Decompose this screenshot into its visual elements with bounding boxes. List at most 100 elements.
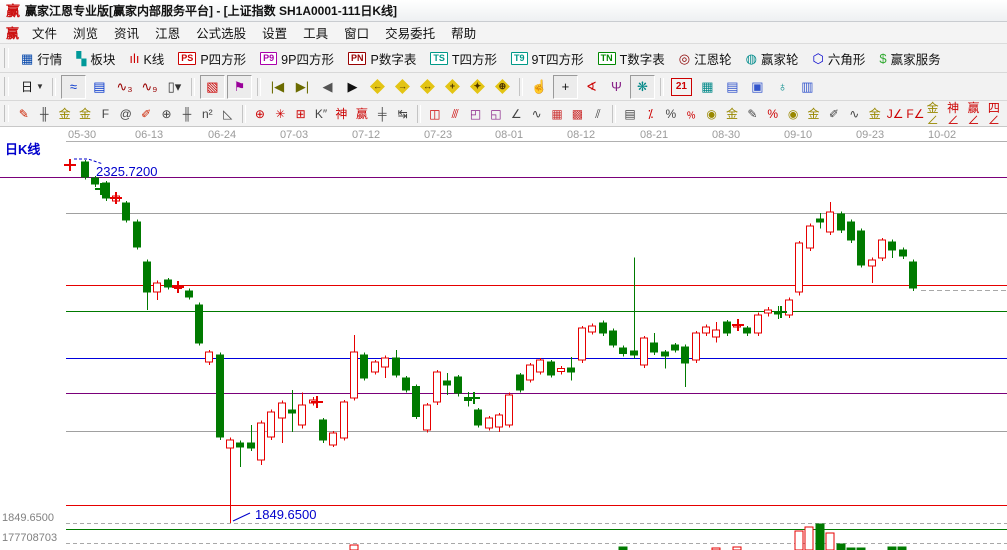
- wave-a-button[interactable]: ∿: [845, 104, 863, 124]
- red-grid-2-button[interactable]: ▩: [568, 104, 586, 124]
- fan-rays-button[interactable]: ⫻: [446, 104, 464, 124]
- ruler-grid-2-button[interactable]: ╫: [178, 104, 196, 124]
- wave-3-button[interactable]: ∿₃: [113, 76, 136, 98]
- matrix-calc-button[interactable]: ▦: [696, 76, 719, 98]
- gold-circle-button[interactable]: ◉: [702, 104, 720, 124]
- width-arrows-button[interactable]: ↹: [393, 104, 411, 124]
- pattern-brain-button[interactable]: ❋: [630, 75, 655, 99]
- diamond-target-icon[interactable]: ⊕: [491, 76, 514, 98]
- candle-style-button[interactable]: ▯▾: [163, 76, 186, 98]
- pen-tool-button[interactable]: ✎: [15, 104, 33, 124]
- prev-bar-button[interactable]: ◀: [316, 76, 339, 98]
- fan-box-button[interactable]: ◰: [466, 104, 484, 124]
- gold-angle-button[interactable]: 金∠: [927, 104, 945, 124]
- ying-angle-button[interactable]: 赢∠: [967, 104, 985, 124]
- web-grid-button[interactable]: ⊞: [291, 104, 309, 124]
- angle-ruler-button[interactable]: ◺: [219, 104, 237, 124]
- tool-9p-square[interactable]: P99P四方形: [253, 49, 341, 68]
- si-angle-button[interactable]: 四∠: [988, 104, 1006, 124]
- gold-line-button[interactable]: 金: [866, 104, 884, 124]
- ying-tool-button[interactable]: 赢: [353, 104, 371, 124]
- menu-item-window[interactable]: 窗口: [336, 21, 377, 44]
- last-bar-button[interactable]: ▶|: [291, 76, 314, 98]
- menu-item-browse[interactable]: 浏览: [65, 21, 106, 44]
- tool-p-square[interactable]: PSP四方形: [171, 49, 253, 68]
- tool-winner-wheel[interactable]: ◍赢家轮: [739, 49, 806, 68]
- volume-style-button[interactable]: ⚑: [227, 75, 252, 99]
- percent-drop-button[interactable]: ⁒: [641, 104, 659, 124]
- bar-scale-button[interactable]: ▤: [621, 104, 639, 124]
- next-bar-button[interactable]: ▶: [341, 76, 364, 98]
- circle-cross-button[interactable]: ⊕: [251, 104, 269, 124]
- menu-item-formula-select[interactable]: 公式选股: [188, 21, 254, 44]
- save-disk-button[interactable]: ▣: [746, 76, 769, 98]
- marker-pen-button[interactable]: ✐: [137, 104, 155, 124]
- diamond-right-icon[interactable]: →: [391, 76, 414, 98]
- ruler-tool-button[interactable]: Ψ: [605, 76, 628, 98]
- j-angle-button[interactable]: J∠: [886, 104, 904, 124]
- wave-chart-button[interactable]: ≈: [61, 75, 86, 99]
- f-angle-button[interactable]: F∠: [906, 104, 924, 124]
- zigzag-wave-button[interactable]: ∿: [528, 104, 546, 124]
- percent-line-button[interactable]: ﹪: [682, 104, 700, 124]
- pen-level-button[interactable]: ✎: [743, 104, 761, 124]
- menu-item-trade[interactable]: 交易委托: [377, 21, 443, 44]
- shen-tool-button[interactable]: 神: [332, 104, 350, 124]
- tool-t-square[interactable]: TST四方形: [423, 49, 504, 68]
- gold-circle-2-button[interactable]: ◉: [784, 104, 802, 124]
- angle-lines-button[interactable]: ∠: [507, 104, 525, 124]
- menu-item-settings[interactable]: 设置: [254, 21, 295, 44]
- drag-hand-button[interactable]: ☝: [528, 76, 551, 98]
- tool-9t-square[interactable]: T99T四方形: [504, 49, 591, 68]
- diamond-cross-icon[interactable]: +: [441, 76, 464, 98]
- tool-kline[interactable]: ılıK线: [122, 49, 171, 68]
- gold-level-2-button[interactable]: 金: [804, 104, 822, 124]
- first-bar-button[interactable]: |◀: [266, 76, 289, 98]
- tool-quotes[interactable]: ▦行情: [14, 49, 69, 68]
- print-tool-button[interactable]: ▥: [796, 76, 819, 98]
- gann-grid-button[interactable]: ▧: [200, 75, 225, 99]
- tool-sectors[interactable]: ▚板块: [69, 49, 122, 68]
- spiral-tool-button[interactable]: @: [117, 104, 135, 124]
- fan-box-2-button[interactable]: ◱: [487, 104, 505, 124]
- gold-ruler-button[interactable]: 金: [55, 104, 73, 124]
- wave-9-button[interactable]: ∿₉: [138, 76, 161, 98]
- percent-button[interactable]: %: [662, 104, 680, 124]
- spider-web-button[interactable]: ✳: [271, 104, 289, 124]
- tool-p-number-table[interactable]: PNP数字表: [341, 49, 423, 68]
- angle-measure-button[interactable]: ∢: [580, 76, 603, 98]
- crosshair-button[interactable]: +: [553, 75, 578, 99]
- n-squared-button[interactable]: n²: [198, 104, 216, 124]
- info-panel-button[interactable]: ▤: [88, 76, 111, 98]
- menu-item-gann[interactable]: 江恩: [147, 21, 188, 44]
- gold-ruler-2-button[interactable]: 金: [76, 104, 94, 124]
- menu-item-help[interactable]: 帮助: [443, 21, 484, 44]
- tool-gann-wheel[interactable]: ◎江恩轮: [672, 49, 739, 68]
- parallel-lines-button[interactable]: ⫽: [589, 104, 607, 124]
- period-selector[interactable]: 日▼: [17, 77, 48, 96]
- tool-hexagon[interactable]: ⬡六角形: [805, 49, 872, 68]
- ruler-grid-button[interactable]: ╫: [35, 104, 53, 124]
- tool-t-number-table[interactable]: TNT数字表: [591, 49, 672, 68]
- k-mark-button[interactable]: K″: [312, 104, 330, 124]
- percent-line-2-button[interactable]: %: [764, 104, 782, 124]
- diamond-left-icon[interactable]: ←: [366, 76, 389, 98]
- red-grid-button[interactable]: ▦: [548, 104, 566, 124]
- kline-chart[interactable]: 05-3006-1306-2407-0307-1207-2308-0108-12…: [0, 127, 1007, 550]
- calendar-21-button[interactable]: 21: [671, 78, 692, 96]
- diamond-horiz-icon[interactable]: ↔: [416, 76, 439, 98]
- menu-item-tools[interactable]: 工具: [295, 21, 336, 44]
- diamond-star-icon[interactable]: ✦: [466, 76, 489, 98]
- degree-circle-button[interactable]: ⊕: [157, 104, 175, 124]
- menu-item-file[interactable]: 文件: [24, 21, 65, 44]
- pen-level-2-button[interactable]: ✐: [825, 104, 843, 124]
- gold-level-button[interactable]: 金: [723, 104, 741, 124]
- web-export-button[interactable]: ♁: [771, 76, 794, 98]
- frame-tool-button[interactable]: ◫: [426, 104, 444, 124]
- ruler-123-button[interactable]: ╪: [373, 104, 391, 124]
- menu-item-news[interactable]: 资讯: [106, 21, 147, 44]
- tool-winner-service[interactable]: $赢家服务: [872, 49, 947, 68]
- note-edit-button[interactable]: ▤: [721, 76, 744, 98]
- f-ruler-button[interactable]: F: [96, 104, 114, 124]
- shen-angle-button[interactable]: 神∠: [947, 104, 965, 124]
